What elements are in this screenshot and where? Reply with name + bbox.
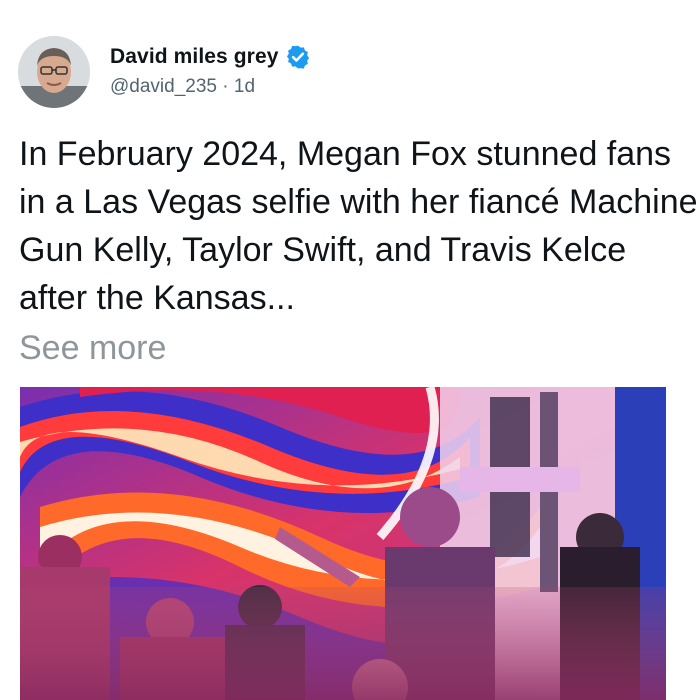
post-text: In February 2024, Megan Fox stunned fans… [19,135,698,317]
verified-badge-icon [286,45,309,69]
post-time[interactable]: 1d [234,76,255,97]
post-meta: @david_235 · 1d [110,76,311,98]
meta-separator: · [222,76,229,97]
author-block: David miles grey @david_235 · 1d [110,44,311,98]
post-header: David miles grey @david_235 · 1d [18,36,311,108]
see-more-link[interactable]: See more [19,324,166,372]
post-image[interactable] [20,387,666,700]
author-handle[interactable]: @david_235 [110,76,217,97]
author-row: David miles grey [110,44,311,70]
author-name[interactable]: David miles grey [110,45,279,69]
avatar[interactable] [18,36,90,108]
